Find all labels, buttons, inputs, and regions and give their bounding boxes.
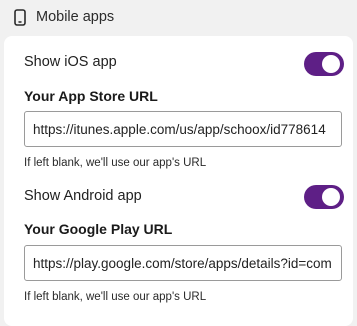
show-android-label: Show Android app bbox=[24, 188, 142, 204]
mobile-apps-card: Show iOS app Your App Store URL If left … bbox=[4, 36, 353, 326]
show-android-toggle[interactable] bbox=[304, 185, 344, 209]
show-ios-toggle[interactable] bbox=[304, 52, 344, 76]
section-title: Mobile apps bbox=[36, 9, 115, 25]
toggle-knob bbox=[322, 55, 340, 73]
mobile-phone-icon bbox=[14, 9, 26, 26]
google-play-url-input[interactable] bbox=[24, 245, 342, 281]
show-ios-label: Show iOS app bbox=[24, 54, 117, 70]
section-header: Mobile apps bbox=[0, 0, 357, 36]
app-store-url-input[interactable] bbox=[24, 111, 342, 147]
app-store-url-hint: If left blank, we'll use our app's URL bbox=[24, 157, 207, 169]
google-play-url-label: Your Google Play URL bbox=[24, 221, 173, 237]
app-store-url-label: Your App Store URL bbox=[24, 88, 158, 104]
google-play-url-hint: If left blank, we'll use our app's URL bbox=[24, 291, 207, 303]
toggle-knob bbox=[322, 188, 340, 206]
